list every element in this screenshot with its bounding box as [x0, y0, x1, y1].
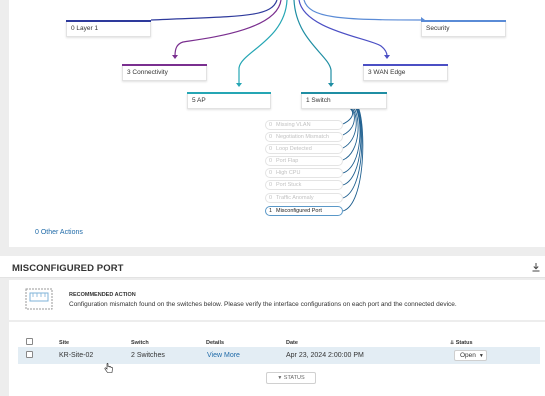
switch-item-label: Port Stuck — [276, 182, 302, 188]
node-security-bar — [421, 20, 506, 22]
chevron-down-icon: ▼ — [478, 353, 484, 359]
cell-site: KR-Site-02 — [59, 352, 94, 359]
other-actions-link[interactable]: 0 Other Actions — [35, 229, 83, 236]
connector-wan-edge — [298, 0, 388, 57]
connector-ap — [238, 0, 288, 84]
section-header: MISCONFIGURED PORT — [0, 256, 545, 278]
node-wan-edge[interactable]: 3 WAN Edge — [363, 64, 448, 81]
col-header-switch[interactable]: Switch — [131, 340, 149, 346]
node-security-label: Security — [426, 25, 450, 32]
col-header-site[interactable]: Site — [59, 340, 69, 346]
switch-item-count: 0 — [269, 195, 273, 201]
caret-down-icon: ▼ — [277, 375, 283, 381]
switch-item-label: Traffic Anomaly — [276, 195, 314, 201]
connector-wan-edge-arrow — [384, 55, 390, 59]
switch-item[interactable]: 1 Misconfigured Port — [265, 206, 343, 216]
switch-port-icon — [25, 288, 53, 310]
node-ap-label: 5 AP — [192, 97, 206, 104]
switch-item-count: 0 — [269, 170, 273, 176]
connector-layer1 — [150, 0, 278, 21]
switch-item-count: 1 — [269, 208, 273, 214]
switch-item[interactable]: 0 Negotiation Mismatch — [265, 132, 343, 142]
status-filter-label: STATUS — [283, 375, 305, 381]
switch-item[interactable]: 0 High CPU — [265, 168, 343, 178]
connector-switch — [293, 0, 332, 84]
node-connectivity-bar — [122, 64, 207, 66]
hand-cursor-icon — [104, 363, 113, 373]
node-connectivity[interactable]: 3 Connectivity — [122, 64, 207, 81]
switch-item-label: Port Flap — [276, 158, 299, 164]
node-switch[interactable]: 1 Switch — [301, 92, 387, 109]
node-security[interactable]: Security — [421, 20, 506, 37]
node-layer1[interactable]: 0 Layer 1 — [66, 20, 151, 37]
connector-ap-arrow — [236, 83, 242, 87]
col-header-status-label: Status — [455, 340, 473, 346]
node-layer1-label: 0 Layer 1 — [71, 25, 99, 32]
col-header-date[interactable]: Date — [286, 340, 298, 346]
node-layer1-bar — [66, 20, 151, 22]
switch-item-count: 0 — [269, 182, 273, 188]
status-dropdown[interactable]: Open ▼ — [454, 350, 487, 361]
switch-item[interactable]: 0 Loop Detected — [265, 144, 343, 154]
switch-item-count: 0 — [269, 158, 273, 164]
switch-item-label: Negotiation Mismatch — [276, 134, 329, 140]
status-dropdown-value: Open — [460, 352, 476, 359]
switch-item-label: Loop Detected — [276, 146, 312, 152]
col-header-details[interactable]: Details — [206, 340, 224, 346]
switch-item-connectors — [342, 106, 364, 212]
switch-item[interactable]: 0 Port Flap — [265, 156, 343, 166]
switch-item[interactable]: 0 Traffic Anomaly — [265, 193, 343, 203]
switch-item-count: 0 — [269, 146, 273, 152]
select-all-checkbox[interactable] — [26, 338, 33, 345]
node-ap[interactable]: 5 AP — [187, 92, 271, 109]
node-wan-edge-label: 3 WAN Edge — [368, 69, 406, 76]
status-filter-button[interactable]: ▼ STATUS — [266, 372, 316, 384]
switch-item[interactable]: 0 Missing VLAN — [265, 120, 343, 130]
node-connectivity-label: 3 Connectivity — [127, 69, 168, 76]
node-switch-bar — [301, 92, 387, 94]
recommended-action-box: RECOMMENDED ACTION Configuration mismatc… — [9, 280, 545, 320]
section-title: MISCONFIGURED PORT — [12, 263, 124, 274]
view-more-link[interactable]: View More — [207, 352, 240, 359]
connector-security — [303, 0, 422, 21]
download-icon[interactable] — [532, 263, 540, 272]
table-row[interactable]: KR-Site-02 2 Switches View More Apr 23, … — [18, 347, 540, 364]
switch-item-label: Misconfigured Port — [276, 208, 322, 214]
results-table: Site Switch Details Date ⇊ Status KR-Sit… — [9, 322, 545, 396]
node-wan-edge-bar — [363, 64, 448, 66]
cell-switch: 2 Switches — [131, 352, 165, 359]
col-header-status[interactable]: ⇊ Status — [450, 340, 473, 346]
switch-item-label: Missing VLAN — [276, 122, 311, 128]
switch-item-count: 0 — [269, 122, 273, 128]
node-ap-bar — [187, 92, 271, 94]
switch-item-label: High CPU — [276, 170, 301, 176]
action-tree-panel: 0 Layer 1 Security 3 Connectivity 3 WAN … — [9, 0, 545, 247]
sort-icon: ⇊ — [450, 340, 455, 346]
recommended-action-text: Configuration mismatch found on the swit… — [69, 301, 457, 308]
recommended-action-title: RECOMMENDED ACTION — [69, 292, 136, 298]
cell-date: Apr 23, 2024 2:00:00 PM — [286, 352, 364, 359]
node-switch-label: 1 Switch — [306, 97, 331, 104]
connector-connectivity-arrow — [172, 55, 178, 59]
switch-item-count: 0 — [269, 134, 273, 140]
switch-item[interactable]: 0 Port Stuck — [265, 180, 343, 190]
connector-connectivity — [174, 0, 282, 57]
connector-switch-arrow — [328, 83, 334, 87]
row-checkbox[interactable] — [26, 351, 33, 358]
